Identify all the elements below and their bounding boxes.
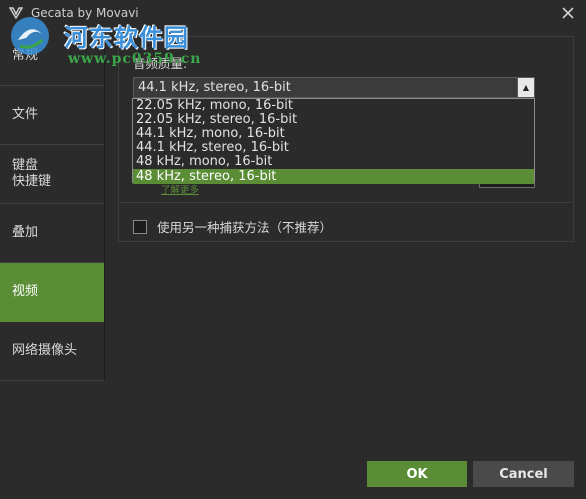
dropdown-option[interactable]: 44.1 kHz, mono, 16-bit <box>133 127 534 141</box>
audio-quality-dropdown: 22.05 kHz, mono, 16-bit 22.05 kHz, stere… <box>132 98 535 184</box>
sidebar-item-label: 键盘 快捷键 <box>12 158 52 189</box>
sidebar-item-webcam[interactable]: 网络摄像头 <box>0 322 104 381</box>
close-icon[interactable] <box>560 5 576 21</box>
sidebar-item-label: 常规 <box>12 47 39 63</box>
learn-more-link[interactable]: 了解更多 <box>161 182 199 196</box>
dropdown-option-selected[interactable]: 48 kHz, stereo, 16-bit <box>133 169 534 184</box>
ok-button[interactable]: OK <box>367 461 467 487</box>
sidebar-item-label: 叠加 <box>12 225 39 240</box>
audio-quality-select[interactable]: 44.1 kHz, stereo, 16-bit <box>133 77 535 98</box>
dropdown-option[interactable]: 48 kHz, mono, 16-bit <box>133 155 534 169</box>
sidebar-item-label: 文件 <box>12 107 39 122</box>
gecata-logo-icon <box>8 6 24 20</box>
sidebar-item-video[interactable]: 视频 <box>0 263 104 322</box>
sidebar-item-label: 视频 <box>12 284 39 299</box>
window-title: Gecata by Movavi <box>31 6 139 20</box>
cancel-button[interactable]: Cancel <box>473 461 574 487</box>
sidebar-item-label: 网络摄像头 <box>12 343 78 358</box>
divider <box>119 202 573 203</box>
sidebar-item-general[interactable]: 常规 <box>0 26 104 86</box>
alt-capture-label: 使用另一种捕获方法（不推荐） <box>157 220 333 235</box>
dropdown-option[interactable]: 22.05 kHz, mono, 16-bit <box>133 99 534 113</box>
chevron-up-icon[interactable]: ▲ <box>517 77 535 98</box>
alt-capture-checkbox[interactable] <box>133 219 147 234</box>
audio-quality-value: 44.1 kHz, stereo, 16-bit <box>138 80 291 95</box>
dropdown-option[interactable]: 22.05 kHz, stereo, 16-bit <box>133 113 534 127</box>
sidebar: 常规 文件 键盘 快捷键 叠加 视频 网络摄像头 <box>0 26 105 381</box>
settings-panel: 音频质量: 44.1 kHz, stereo, 16-bit ▲ 22.05 k… <box>118 36 574 242</box>
audio-quality-label: 音频质量: <box>133 56 188 71</box>
title-bar: Gecata by Movavi <box>0 0 586 26</box>
sidebar-item-hotkeys[interactable]: 键盘 快捷键 <box>0 145 104 204</box>
sidebar-item-files[interactable]: 文件 <box>0 86 104 145</box>
alt-capture-option[interactable]: 使用另一种捕获方法（不推荐） <box>133 217 332 236</box>
sidebar-item-overlay[interactable]: 叠加 <box>0 204 104 263</box>
dropdown-option[interactable]: 44.1 kHz, stereo, 16-bit <box>133 141 534 155</box>
